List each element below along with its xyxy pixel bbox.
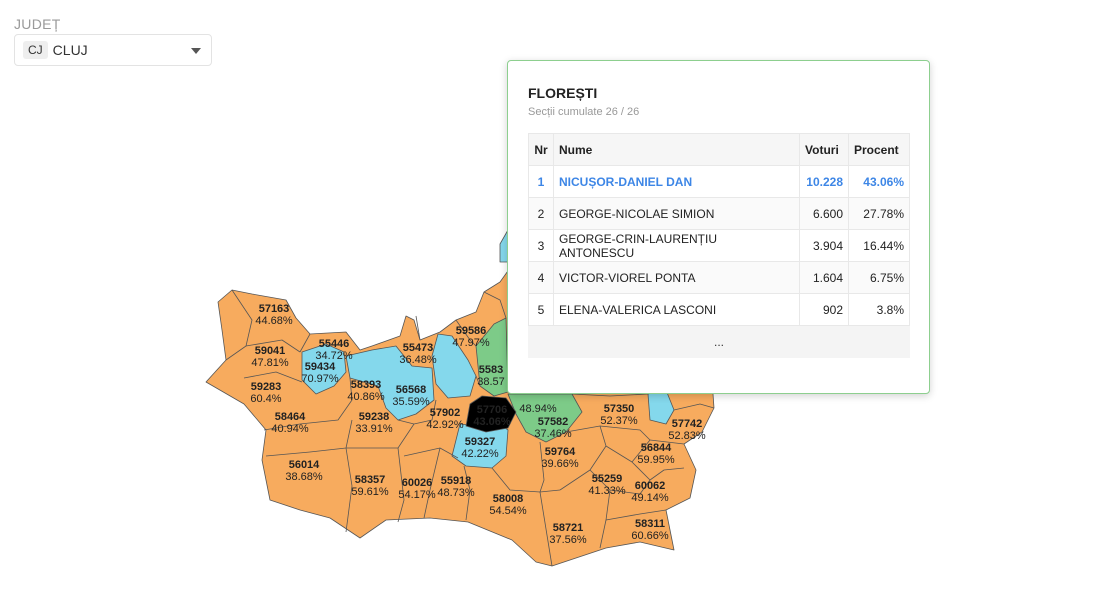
row-nr: 2 xyxy=(528,197,554,230)
map-label-percent: 38.57 xyxy=(477,376,505,388)
row-nr: 3 xyxy=(528,229,554,262)
row-percent: 27.78% xyxy=(848,197,910,230)
map-label-percent: 36.48% xyxy=(399,354,437,366)
row-votes: 1.604 xyxy=(799,261,849,294)
row-name: VICTOR-VIOREL PONTA xyxy=(553,261,800,294)
map-label-code: 59283 xyxy=(251,381,282,393)
row-name: ELENA-VALERICA LASCONI xyxy=(553,293,800,326)
map-label-code: 58008 xyxy=(493,493,524,505)
header-percent: Procent xyxy=(848,133,910,166)
map-label-percent: 37.46% xyxy=(534,428,572,440)
header-votes: Voturi xyxy=(799,133,849,166)
map-label-code: 55446 xyxy=(319,338,350,350)
map-label-code: 58464 xyxy=(275,411,306,423)
map-label-percent: 52.83% xyxy=(668,430,706,442)
map-label-code: 58721 xyxy=(553,522,584,534)
map-label-percent: 40.94% xyxy=(271,423,309,435)
map-label-percent: 70.97% xyxy=(301,373,339,385)
map-label-code: 57350 xyxy=(604,403,635,415)
row-nr: 4 xyxy=(528,261,554,294)
map-label-percent: 59.95% xyxy=(637,454,675,466)
row-nr: 1 xyxy=(528,165,554,198)
map-label-code: 59327 xyxy=(465,436,496,448)
map-label-percent: 60.66% xyxy=(631,530,669,542)
map-label-percent: 48.94% xyxy=(519,403,557,415)
map-label-code: 56568 xyxy=(396,384,427,396)
map-label-percent: 33.91% xyxy=(355,423,393,435)
map-label-code: 57163 xyxy=(259,303,290,315)
row-votes: 902 xyxy=(799,293,849,326)
popup-subtitle: Secții cumulate 26 / 26 xyxy=(528,106,640,118)
map-label-code: 60062 xyxy=(635,480,666,492)
row-percent: 43.06% xyxy=(848,165,910,198)
table-row: 1 NICUȘOR-DANIEL DAN 10.228 43.06% xyxy=(528,165,910,198)
popup-title: FLOREȘTI xyxy=(528,85,598,101)
map-label-percent: 44.68% xyxy=(255,315,293,327)
header-name: Nume xyxy=(553,133,800,166)
map-label-code: 55473 xyxy=(403,342,434,354)
map-label-code: 55259 xyxy=(592,473,623,485)
results-table: Nr Nume Voturi Procent 1 NICUȘOR-DANIEL … xyxy=(528,133,910,326)
map-label-percent: 54.54% xyxy=(489,505,527,517)
row-name: NICUȘOR-DANIEL DAN xyxy=(553,165,800,198)
map-label-percent: 42.92% xyxy=(426,419,464,431)
map-label-percent: 48.73% xyxy=(437,487,475,499)
row-votes: 6.600 xyxy=(799,197,849,230)
row-votes: 10.228 xyxy=(799,165,849,198)
map-label-percent: 38.68% xyxy=(285,471,323,483)
map-label-code: 56014 xyxy=(289,459,320,471)
map-label-percent: 60.4% xyxy=(250,393,281,405)
map-label-percent: 49.14% xyxy=(631,492,669,504)
map-label-code: 57582 xyxy=(538,416,569,428)
row-name: GEORGE-NICOLAE SIMION xyxy=(553,197,800,230)
map-label-percent: 43.06% xyxy=(473,416,511,428)
map-label-code: 55918 xyxy=(441,475,472,487)
row-name: GEORGE-CRIN-LAURENȚIU ANTONESCU xyxy=(553,229,800,262)
map-label-code: 56844 xyxy=(641,442,672,454)
row-percent: 16.44% xyxy=(848,229,910,262)
map-label-code: 58357 xyxy=(355,474,386,486)
row-percent: 6.75% xyxy=(848,261,910,294)
map-label-code: 59764 xyxy=(545,446,576,458)
map-label-code: 57706 xyxy=(477,404,508,416)
map-label-code: 57902 xyxy=(430,407,461,419)
map-label-percent: 40.86% xyxy=(347,391,385,403)
table-row: 5 ELENA-VALERICA LASCONI 902 3.8% xyxy=(528,293,910,326)
map-label-code: 59586 xyxy=(456,325,487,337)
map-label-code: 58311 xyxy=(635,518,665,530)
map-label-percent: 41.33% xyxy=(588,485,626,497)
map-label-code: 57742 xyxy=(672,418,703,430)
map-label-code: 59041 xyxy=(255,345,286,357)
more-results-row[interactable]: ... xyxy=(528,326,910,358)
map-label-code: 5583 xyxy=(479,364,503,376)
map-label-code: 59434 xyxy=(305,361,336,373)
row-percent: 3.8% xyxy=(848,293,910,326)
map-label-code: 58393 xyxy=(351,379,382,391)
map-label-percent: 52.37% xyxy=(600,415,638,427)
map-label-percent: 54.17% xyxy=(398,489,436,501)
map-label-percent: 39.66% xyxy=(541,458,579,470)
table-row: 4 VICTOR-VIOREL PONTA 1.604 6.75% xyxy=(528,261,910,294)
map-label-percent: 35.59% xyxy=(392,396,430,408)
map-label-percent: 47.97% xyxy=(452,337,490,349)
map-label-code: 60026 xyxy=(402,477,433,489)
map-label-percent: 42.22% xyxy=(461,448,499,460)
municipality-popup: FLOREȘTI Secții cumulate 26 / 26 Nr Nume… xyxy=(507,60,930,394)
row-nr: 5 xyxy=(528,293,554,326)
map-label-percent: 59.61% xyxy=(351,486,389,498)
header-nr: Nr xyxy=(528,133,554,166)
map-label-percent: 47.81% xyxy=(251,357,289,369)
table-row: 3 GEORGE-CRIN-LAURENȚIU ANTONESCU 3.904 … xyxy=(528,229,910,262)
map-label-percent: 37.56% xyxy=(549,534,587,546)
row-votes: 3.904 xyxy=(799,229,849,262)
map-label-code: 59238 xyxy=(359,411,390,423)
table-row: 2 GEORGE-NICOLAE SIMION 6.600 27.78% xyxy=(528,197,910,230)
